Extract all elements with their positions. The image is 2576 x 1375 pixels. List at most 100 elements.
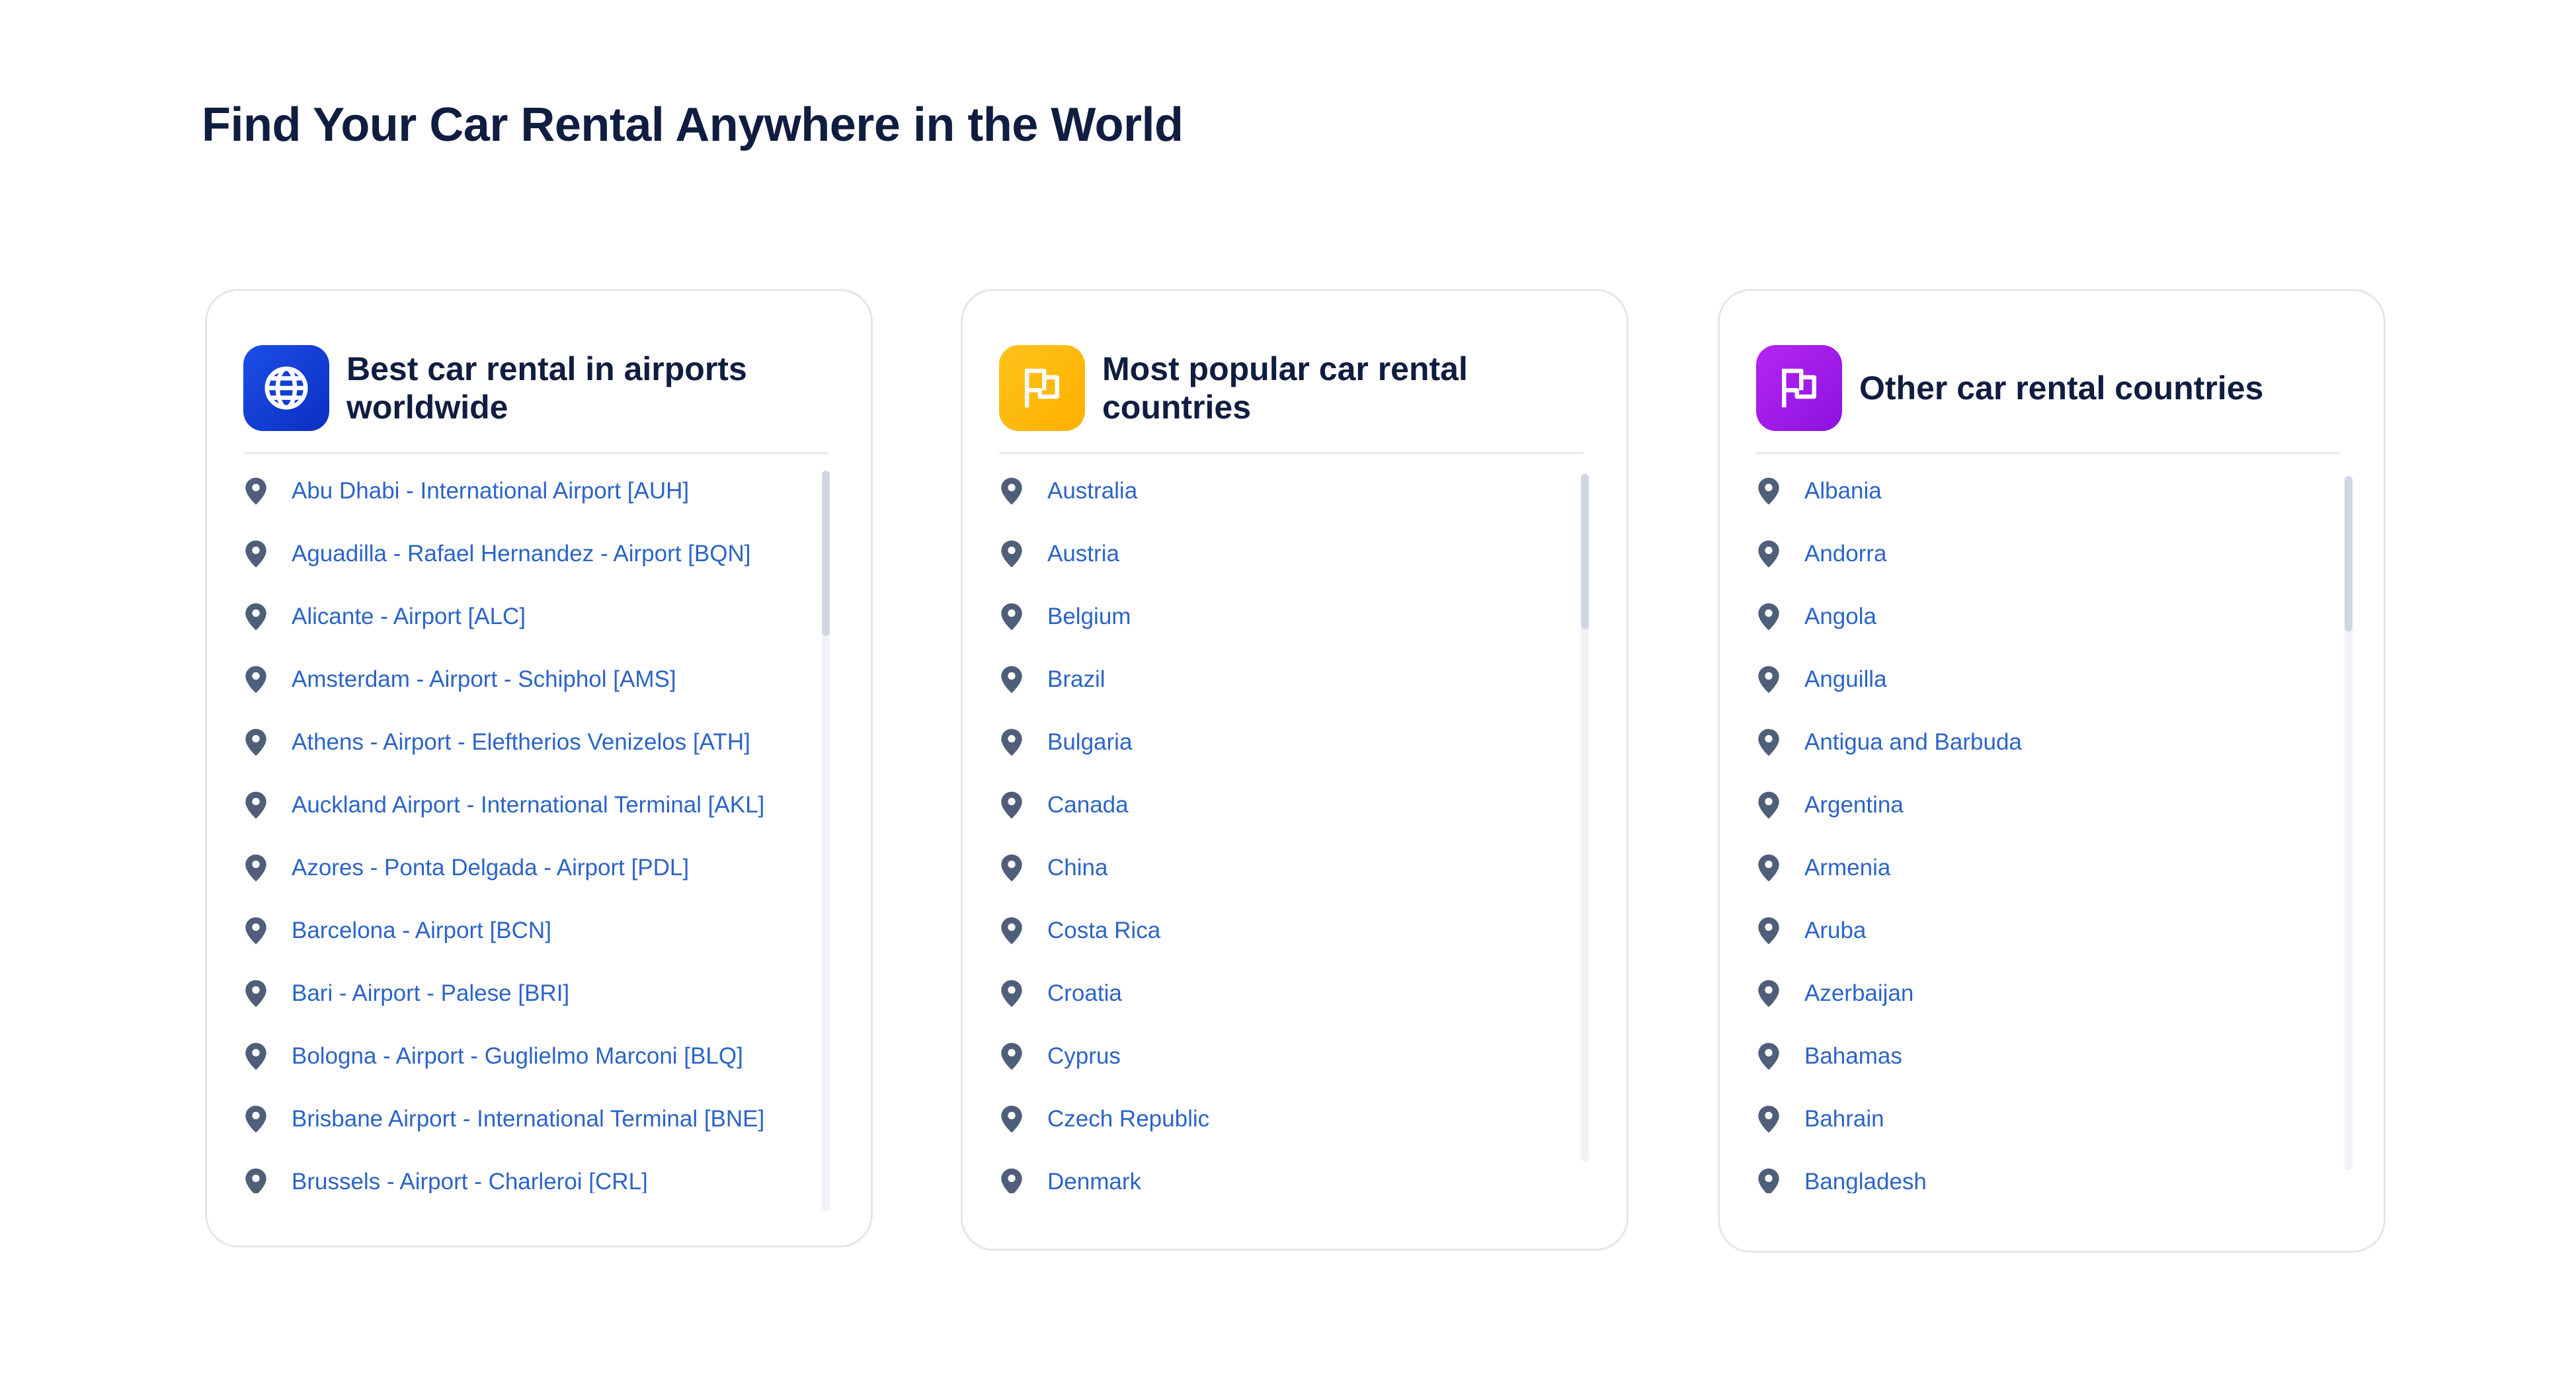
list-item[interactable]: Antigua and Barbuda	[1756, 711, 2317, 773]
location-pin-icon	[245, 791, 266, 818]
location-link[interactable]: Athens - Airport - Eleftherios Venizelos…	[292, 729, 750, 756]
location-link[interactable]: Canada	[1047, 792, 1129, 818]
location-link[interactable]: Austria	[1047, 541, 1119, 567]
location-link[interactable]: Barcelona - Airport [BCN]	[292, 918, 551, 944]
list-item[interactable]: Bulgaria	[999, 711, 1560, 773]
list-item[interactable]: Aruba	[1756, 899, 2317, 962]
location-link[interactable]: Abu Dhabi - International Airport [AUH]	[292, 478, 689, 504]
list-item[interactable]: Alicante - Airport [ALC]	[243, 585, 805, 648]
location-pin-icon	[1001, 917, 1022, 944]
location-pin-icon	[245, 1168, 266, 1193]
list-item[interactable]: Armenia	[1756, 836, 2317, 899]
location-pin-icon	[245, 477, 266, 504]
location-link[interactable]: Brazil	[1047, 666, 1106, 693]
location-pin-icon	[245, 1042, 266, 1070]
location-pin-icon	[245, 980, 266, 1007]
list-item[interactable]: Azerbaijan	[1756, 962, 2317, 1025]
location-link[interactable]: Albania	[1804, 478, 1882, 504]
list-item[interactable]: Anguilla	[1756, 648, 2317, 711]
location-link[interactable]: Andorra	[1804, 541, 1887, 567]
list-item[interactable]: Brisbane Airport - International Termina…	[243, 1087, 805, 1150]
location-link[interactable]: Denmark	[1047, 1169, 1141, 1194]
location-pin-icon	[1001, 980, 1022, 1007]
location-link[interactable]: Australia	[1047, 478, 1137, 504]
location-pin-icon	[245, 854, 266, 881]
list-item[interactable]: Canada	[999, 773, 1560, 836]
list-item[interactable]: Abu Dhabi - International Airport [AUH]	[243, 459, 805, 522]
list-item[interactable]: Czech Republic	[999, 1087, 1560, 1150]
list-item[interactable]: Bahamas	[1756, 1025, 2317, 1087]
location-pin-icon	[1001, 540, 1022, 567]
location-pin-icon	[245, 603, 266, 630]
list-item[interactable]: China	[999, 836, 1560, 899]
list-item[interactable]: Denmark	[999, 1150, 1560, 1193]
location-link[interactable]: Amsterdam - Airport - Schiphol [AMS]	[292, 666, 676, 693]
scrollbar[interactable]	[1581, 474, 1589, 1161]
location-link[interactable]: Croatia	[1047, 980, 1122, 1007]
location-pin-icon	[245, 666, 266, 693]
location-link[interactable]: Auckland Airport - International Termina…	[292, 792, 764, 818]
location-link[interactable]: Aguadilla - Rafael Hernandez - Airport […	[292, 541, 751, 567]
location-link[interactable]: Brussels - Airport - Charleroi [CRL]	[292, 1169, 648, 1194]
list-item[interactable]: Andorra	[1756, 522, 2317, 585]
list-item[interactable]: Albania	[1756, 459, 2317, 522]
list-item[interactable]: Aguadilla - Rafael Hernandez - Airport […	[243, 522, 805, 585]
list-item[interactable]: Athens - Airport - Eleftherios Venizelos…	[243, 711, 805, 773]
location-pin-icon	[245, 1105, 266, 1132]
location-link[interactable]: Alicante - Airport [ALC]	[292, 604, 526, 630]
location-pin-icon	[1001, 1105, 1022, 1132]
location-pin-icon	[1001, 603, 1022, 630]
location-link[interactable]: Antigua and Barbuda	[1804, 729, 2022, 756]
list-item[interactable]: Auckland Airport - International Termina…	[243, 773, 805, 836]
list-item[interactable]: Australia	[999, 459, 1560, 522]
location-link[interactable]: Belgium	[1047, 604, 1131, 630]
list-item[interactable]: Cyprus	[999, 1025, 1560, 1087]
location-pin-icon	[1758, 728, 1779, 756]
location-link[interactable]: Anguilla	[1804, 666, 1887, 693]
location-link[interactable]: Brisbane Airport - International Termina…	[292, 1106, 764, 1132]
location-pin-icon	[1758, 791, 1779, 818]
list-item[interactable]: Brussels - Airport - Charleroi [CRL]	[243, 1150, 805, 1193]
list-item[interactable]: Amsterdam - Airport - Schiphol [AMS]	[243, 648, 805, 711]
list-item[interactable]: Costa Rica	[999, 899, 1560, 962]
scrollbar-thumb[interactable]	[822, 471, 830, 636]
location-link[interactable]: Bahamas	[1804, 1043, 1902, 1070]
scrollbar[interactable]	[2345, 476, 2353, 1170]
list-item[interactable]: Bahrain	[1756, 1087, 2317, 1150]
list-item[interactable]: Croatia	[999, 962, 1560, 1025]
location-link[interactable]: Azerbaijan	[1804, 980, 1913, 1007]
popular-countries-card: Most popular car rental countries Austra…	[961, 289, 1629, 1251]
other-countries-card: Other car rental countries Albania Andorr…	[1718, 289, 2386, 1253]
location-link[interactable]: Bangladesh	[1804, 1169, 1927, 1194]
location-pin-icon	[1758, 603, 1779, 630]
scrollbar[interactable]	[822, 471, 830, 1211]
list-item[interactable]: Brazil	[999, 648, 1560, 711]
list-item[interactable]: Argentina	[1756, 773, 2317, 836]
scrollbar-thumb[interactable]	[1581, 474, 1589, 629]
list-item[interactable]: Belgium	[999, 585, 1560, 648]
location-link[interactable]: Bulgaria	[1047, 729, 1132, 756]
location-link[interactable]: Czech Republic	[1047, 1106, 1209, 1132]
list-item[interactable]: Bangladesh	[1756, 1150, 2317, 1193]
card-header: Best car rental in airports worldwide	[243, 338, 828, 454]
location-link[interactable]: Bologna - Airport - Guglielmo Marconi [B…	[292, 1043, 743, 1070]
location-link[interactable]: Bari - Airport - Palese [BRI]	[292, 980, 569, 1007]
card-header: Most popular car rental countries	[999, 338, 1584, 454]
scrollbar-thumb[interactable]	[2345, 476, 2353, 631]
list-item[interactable]: Austria	[999, 522, 1560, 585]
location-link[interactable]: Bahrain	[1804, 1106, 1884, 1132]
location-link[interactable]: Angola	[1804, 604, 1876, 630]
list-item[interactable]: Bologna - Airport - Guglielmo Marconi [B…	[243, 1025, 805, 1087]
location-link[interactable]: Armenia	[1804, 855, 1890, 881]
location-link[interactable]: Aruba	[1804, 918, 1866, 944]
location-link[interactable]: China	[1047, 855, 1107, 881]
location-link[interactable]: Cyprus	[1047, 1043, 1121, 1070]
list-item[interactable]: Azores - Ponta Delgada - Airport [PDL]	[243, 836, 805, 899]
location-link[interactable]: Argentina	[1804, 792, 1904, 818]
card-header: Other car rental countries	[1756, 338, 2341, 454]
location-link[interactable]: Costa Rica	[1047, 918, 1160, 944]
list-item[interactable]: Angola	[1756, 585, 2317, 648]
list-item[interactable]: Barcelona - Airport [BCN]	[243, 899, 805, 962]
location-link[interactable]: Azores - Ponta Delgada - Airport [PDL]	[292, 855, 689, 881]
list-item[interactable]: Bari - Airport - Palese [BRI]	[243, 962, 805, 1025]
